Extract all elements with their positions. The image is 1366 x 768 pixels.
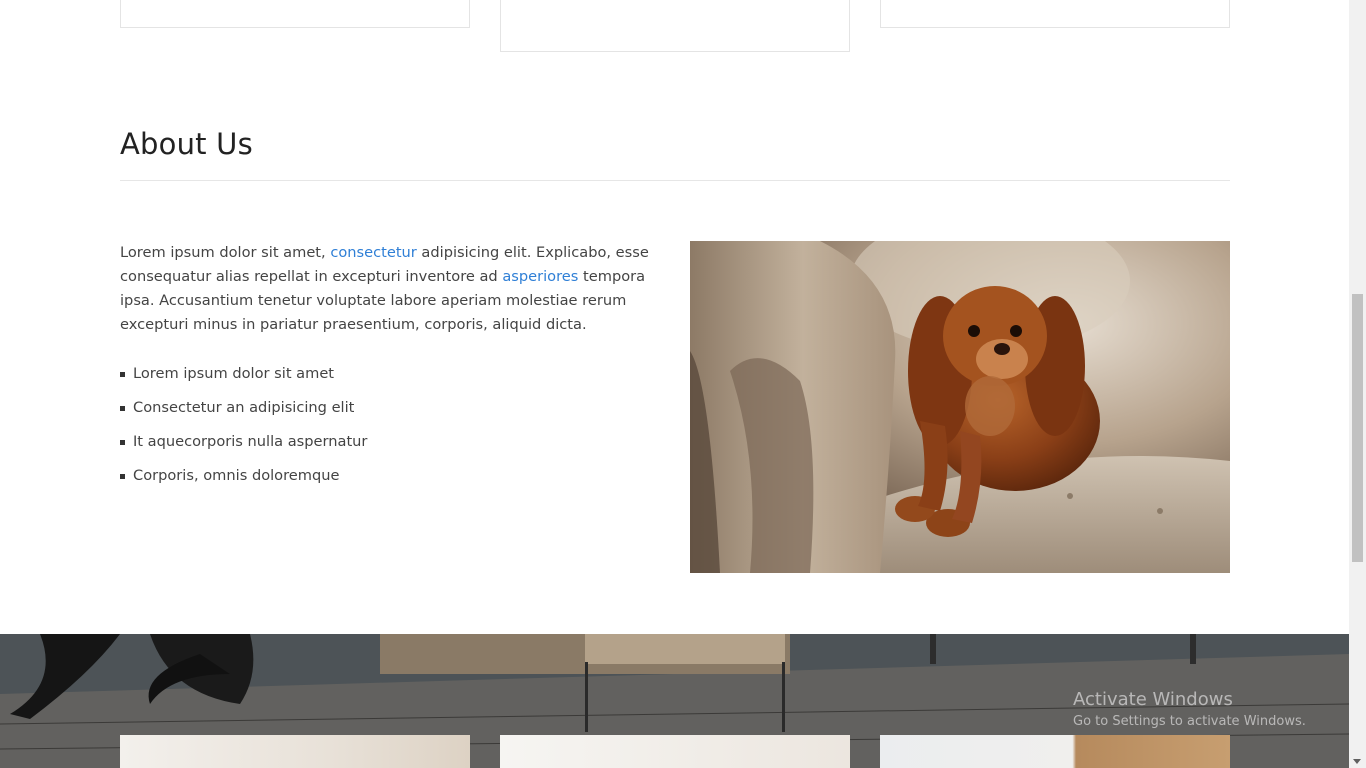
square-bullet-icon [120,474,125,479]
feature-item: Lorem ipsum dolor sit amet [120,362,367,396]
about-text-part-1: Lorem ipsum dolor sit amet, [120,244,331,261]
watermark-subtitle: Go to Settings to activate Windows. [1073,714,1306,729]
section-title: About Us [120,127,253,161]
section-divider [120,180,1230,181]
service-card-1 [120,0,470,28]
dog-illustration [690,241,1230,573]
feature-item: It aquecorporis nulla aspernatur [120,430,367,464]
square-bullet-icon [120,406,125,411]
feature-item: Corporis, omnis doloremque [120,464,367,498]
consectetur-link[interactable]: consectetur [330,244,416,261]
windows-activation-watermark: Activate Windows Go to Settings to activ… [1073,689,1306,729]
gallery-card-1[interactable] [120,735,470,768]
about-image-dog-on-sofa [690,241,1230,573]
square-bullet-icon [120,372,125,377]
feature-item: Consectetur an adipisicing elit [120,396,367,430]
about-paragraph: Lorem ipsum dolor sit amet, consectetur … [120,241,665,337]
gallery-card-3[interactable] [880,735,1230,768]
scroll-down-arrow-icon[interactable] [1353,759,1361,764]
square-bullet-icon [120,440,125,445]
asperiores-link[interactable]: asperiores [502,268,578,285]
gallery-card-2[interactable] [500,735,850,768]
vertical-scrollbar[interactable] [1349,0,1366,768]
service-card-2 [500,0,850,52]
scrollbar-thumb[interactable] [1352,294,1363,562]
service-card-3 [880,0,1230,28]
watermark-title: Activate Windows [1073,689,1233,710]
feature-list: Lorem ipsum dolor sit amet Consectetur a… [120,362,367,498]
